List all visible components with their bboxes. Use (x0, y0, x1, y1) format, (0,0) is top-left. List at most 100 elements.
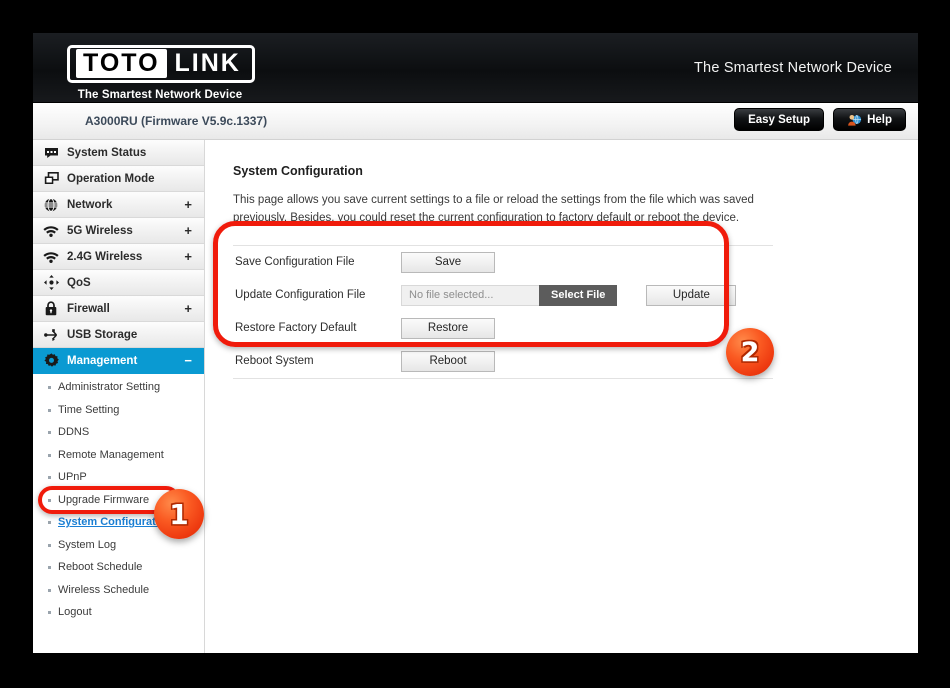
restore-button[interactable]: Restore (401, 317, 495, 339)
bullet-icon (48, 431, 51, 434)
sidebar-subitem-reboot-schedule[interactable]: Reboot Schedule (33, 556, 204, 579)
sidebar-item-24g-wireless[interactable]: 2.4G Wireless + (33, 244, 204, 270)
save-config-cell: Save (401, 245, 773, 279)
sidebar-item-management[interactable]: Management − (33, 348, 204, 374)
table-row-reboot-system: Reboot System Reboot (233, 344, 773, 379)
sidebar-subitem-label: Remote Management (58, 448, 164, 461)
sidebar-subitem-label: Upgrade Firmware (58, 493, 150, 506)
bullet-icon (48, 611, 51, 614)
sidebar-subitem-upnp[interactable]: UPnP (33, 466, 204, 489)
sidebar-item-system-status[interactable]: System Status (33, 140, 204, 166)
sidebar-item-qos[interactable]: QoS (33, 270, 204, 296)
brand-header: TOTO LINK The Smartest Network Device The… (33, 33, 918, 103)
logo-box: TOTO LINK (67, 45, 255, 84)
sidebar-item-label: QoS (67, 276, 91, 289)
table-row-save-config: Save Configuration File Save (233, 245, 773, 279)
sidebar-item-operation-mode[interactable]: Operation Mode (33, 166, 204, 192)
sidebar-subitem-administrator-setting[interactable]: Administrator Setting (33, 376, 204, 399)
help-button[interactable]: Help (833, 108, 906, 131)
header-buttons: Easy Setup Help (734, 108, 906, 131)
reboot-button[interactable]: Reboot (401, 350, 495, 372)
bullet-icon (48, 386, 51, 389)
save-button[interactable]: Save (401, 251, 495, 273)
sidebar-item-label: Operation Mode (67, 172, 155, 185)
sidebar-item-label: 5G Wireless (67, 224, 133, 237)
sidebar-item-label: Management (67, 354, 138, 367)
sidebar-subitem-upgrade-firmware[interactable]: Upgrade Firmware (33, 489, 204, 512)
windows-stack-icon (41, 171, 61, 187)
bullet-icon (48, 453, 51, 457)
sidebar-expander: + (184, 223, 192, 238)
wifi-icon (41, 249, 61, 265)
lock-icon (41, 301, 61, 317)
header-slogan: The Smartest Network Device (694, 60, 892, 76)
sidebar-subitem-logout[interactable]: Logout (33, 601, 204, 624)
sidebar-subitem-label: Reboot Schedule (58, 561, 143, 574)
sidebar-subitem-label: DDNS (58, 426, 90, 439)
update-config-cell: No file selected... Select File Update (401, 279, 773, 312)
page-body: System Status Operation Mode Network + 5… (33, 140, 918, 653)
screenshot-root: TOTO LINK The Smartest Network Device The… (0, 0, 950, 688)
sidebar-item-label: Firewall (67, 302, 110, 315)
help-label: Help (867, 113, 892, 126)
reboot-system-label: Reboot System (233, 344, 401, 379)
sidebar-subitem-label: Administrator Setting (58, 381, 161, 394)
sidebar-subitem-remote-management[interactable]: Remote Management (33, 444, 204, 467)
page-description: This page allows you save current settin… (233, 194, 754, 224)
sidebar-subitem-system-log[interactable]: System Log (33, 534, 204, 557)
sidebar-expander: − (184, 353, 192, 368)
sidebar-item-firewall[interactable]: Firewall + (33, 296, 204, 322)
table-row-update-config: Update Configuration File No file select… (233, 279, 773, 312)
easy-setup-label: Easy Setup (748, 113, 811, 126)
logo-text-link: LINK (174, 49, 241, 77)
globe-icon (41, 197, 61, 213)
bullet-icon (48, 408, 51, 412)
bullet-icon (48, 566, 51, 569)
sidebar-expander: + (184, 249, 192, 264)
usb-icon (41, 327, 61, 343)
logo-text-toto: TOTO (76, 49, 167, 79)
system-configuration-form: Save Configuration File Save Update Conf… (233, 244, 773, 379)
bullet-icon (48, 543, 51, 547)
sidebar-subitem-system-configuration[interactable]: System Configuration (33, 511, 204, 534)
sidebar-item-5g-wireless[interactable]: 5G Wireless + (33, 218, 204, 244)
sidebar-item-label: Network (67, 198, 113, 211)
easy-setup-button[interactable]: Easy Setup (734, 108, 825, 131)
wifi-icon (41, 223, 61, 239)
bullet-icon (48, 476, 51, 479)
speech-bubble-icon (41, 145, 61, 161)
sidebar-subitem-ddns[interactable]: DDNS (33, 421, 204, 444)
sidebar-subitem-time-setting[interactable]: Time Setting (33, 399, 204, 422)
sidebar-item-usb-storage[interactable]: USB Storage (33, 322, 204, 348)
sub-header: A3000RU (Firmware V5.9c.1337) Easy Setup… (33, 103, 918, 140)
restore-default-label: Restore Factory Default (235, 322, 357, 335)
bullet-icon (48, 498, 51, 502)
sidebar-item-label: System Status (67, 146, 147, 159)
sidebar-subitem-label: System Log (58, 538, 117, 551)
restore-default-cell: Restore (401, 312, 773, 345)
sidebar-item-label: 2.4G Wireless (67, 250, 143, 263)
sidebar-subitem-wireless-schedule[interactable]: Wireless Schedule (33, 579, 204, 602)
sidebar-subitem-label: System Configuration (58, 516, 173, 529)
totolink-logo: TOTO LINK The Smartest Network Device (67, 45, 267, 101)
device-model-firmware: A3000RU (Firmware V5.9c.1337) (85, 114, 268, 128)
table-row-restore-default: Restore Factory Default Restore (233, 312, 773, 345)
bullet-icon (48, 588, 51, 592)
select-file-button[interactable]: Select File (539, 284, 618, 306)
file-picker-row: No file selected... Select File Update (401, 284, 773, 306)
move-arrows-icon (41, 275, 61, 291)
reboot-system-cell: Reboot (401, 344, 773, 379)
person-globe-icon (848, 114, 862, 126)
update-config-label: Update Configuration File (235, 289, 366, 302)
sidebar-item-network[interactable]: Network + (33, 192, 204, 218)
sidebar-subitem-label: Logout (58, 606, 92, 619)
save-config-label: Save Configuration File (235, 256, 355, 269)
sidebar-subitem-label: Time Setting (58, 403, 120, 416)
gear-icon (41, 353, 61, 369)
sidebar-expander: + (184, 301, 192, 316)
update-button[interactable]: Update (646, 284, 737, 306)
sidebar-item-label: USB Storage (67, 328, 138, 341)
sidebar-subitem-label: UPnP (58, 471, 87, 484)
logo-tagline: The Smartest Network Device (77, 89, 243, 102)
config-file-input[interactable]: No file selected... (401, 284, 539, 306)
